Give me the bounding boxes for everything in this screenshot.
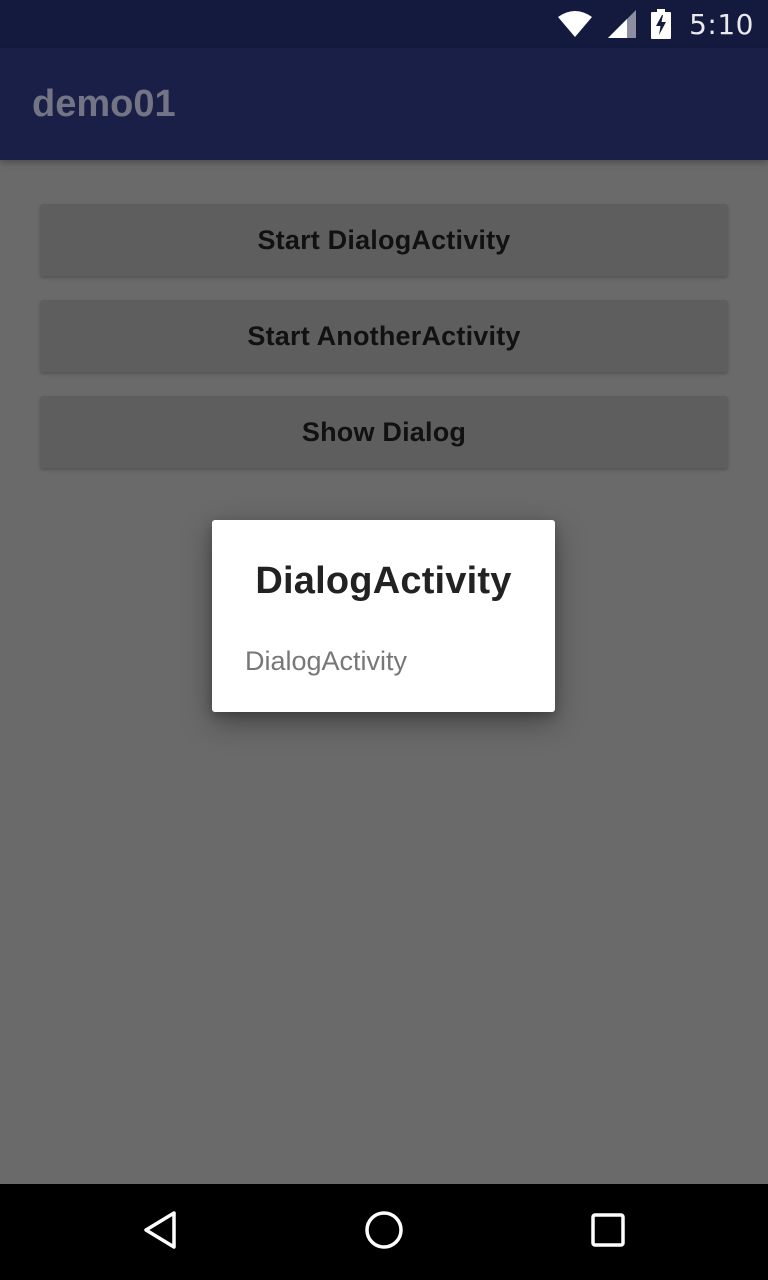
- wifi-icon: [557, 10, 593, 38]
- cell-signal-icon: [607, 9, 637, 39]
- app-bar: demo01: [0, 48, 768, 160]
- show-dialog-button[interactable]: Show Dialog: [40, 396, 728, 468]
- start-another-activity-button[interactable]: Start AnotherActivity: [40, 300, 728, 372]
- start-dialog-activity-button[interactable]: Start DialogActivity: [40, 204, 728, 276]
- recents-button[interactable]: [560, 1184, 656, 1280]
- back-icon: [142, 1210, 178, 1255]
- dialog-title: DialogActivity: [255, 560, 512, 602]
- dialog-message: DialogActivity: [245, 646, 408, 676]
- status-icons: 5:10: [557, 0, 754, 48]
- home-button[interactable]: [336, 1184, 432, 1280]
- main-content: Start DialogActivity Start AnotherActivi…: [40, 204, 728, 492]
- navigation-bar: [0, 1184, 768, 1280]
- screen: 5:10 demo01 Start DialogActivity Start A…: [0, 0, 768, 1280]
- status-bar: 5:10: [0, 0, 768, 48]
- dialog[interactable]: DialogActivity DialogActivity: [212, 520, 555, 712]
- status-time: 5:10: [689, 7, 754, 41]
- app-title: demo01: [32, 83, 176, 125]
- home-icon: [364, 1210, 404, 1255]
- battery-charging-icon: [651, 9, 672, 39]
- back-button[interactable]: [112, 1184, 208, 1280]
- recents-icon: [591, 1212, 625, 1252]
